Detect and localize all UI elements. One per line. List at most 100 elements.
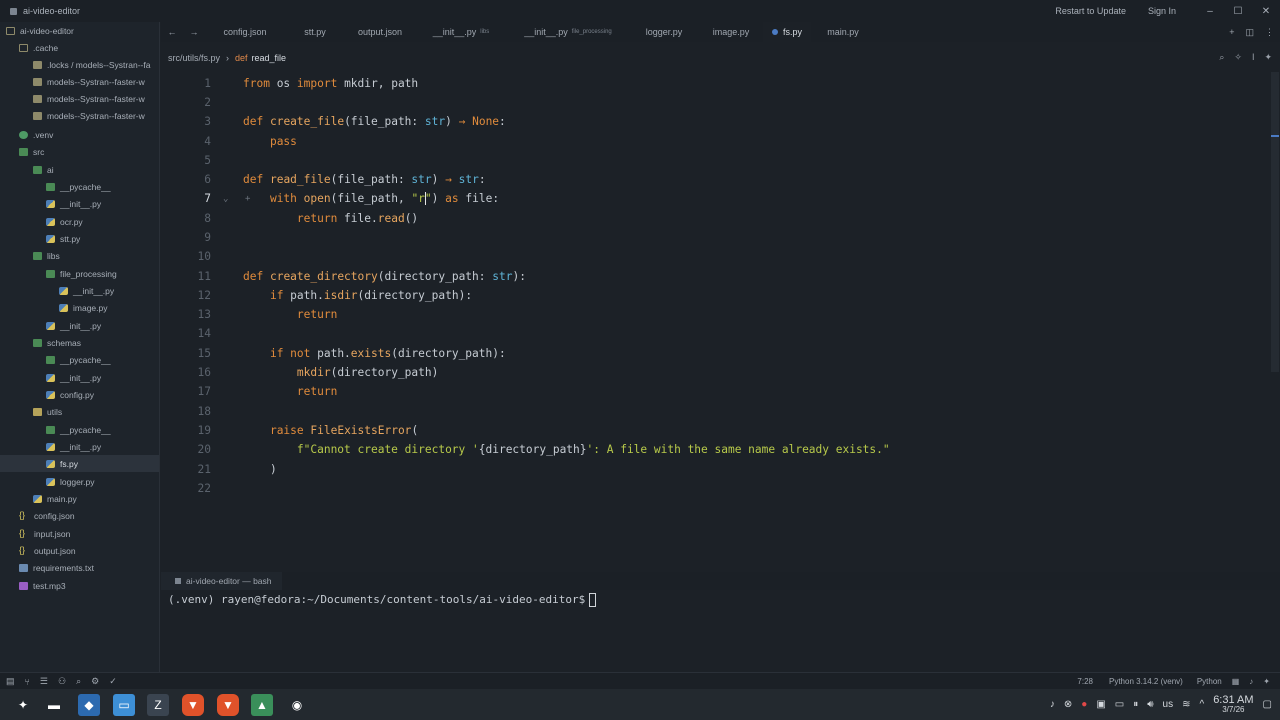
tree-item[interactable]: config.py (0, 386, 159, 403)
tree-item[interactable]: models--Systran--faster-w (0, 90, 159, 107)
brave-browser-icon[interactable]: ▼ (217, 694, 239, 716)
tree-item[interactable]: __pycache__ (0, 421, 159, 438)
record-icon[interactable]: ● (1081, 699, 1087, 710)
tree-item[interactable]: __pycache__ (0, 351, 159, 368)
tree-item[interactable]: test.mp3 (0, 577, 159, 594)
tree-item[interactable]: requirements.txt (0, 559, 159, 576)
language-selector[interactable]: Python (1197, 677, 1222, 686)
tree-item[interactable]: {} input.json (0, 525, 159, 542)
tree-root[interactable]: ai-video-editor (0, 22, 159, 39)
volume-icon[interactable]: 🔊︎ (1147, 699, 1153, 710)
tray-expand-icon[interactable]: ^ (1199, 699, 1204, 710)
python-interpreter[interactable]: Python 3.14.2 (venv) (1109, 677, 1183, 686)
tree-item[interactable]: __init__.py (0, 438, 159, 455)
wifi-icon[interactable]: ≋ (1182, 699, 1190, 710)
zed-icon[interactable]: Z (147, 694, 169, 716)
cursor-position[interactable]: 7:28 (1077, 677, 1093, 686)
text-cursor-icon[interactable]: I (1252, 52, 1255, 63)
tab-config-json[interactable]: config.json (205, 22, 285, 42)
show-desktop-icon[interactable]: ▢ (1263, 699, 1272, 710)
search-icon[interactable]: ⌕ (76, 676, 81, 687)
tab-fs-py[interactable]: fs.py (763, 22, 811, 42)
notifications-icon[interactable]: ♪ (1050, 699, 1055, 710)
tree-item[interactable]: main.py (0, 490, 159, 507)
tree-item[interactable]: .cache (0, 39, 159, 56)
tree-item[interactable]: {} config.json (0, 507, 159, 524)
file-manager-icon[interactable]: ▭ (113, 694, 135, 716)
tab-logger-py[interactable]: logger.py (629, 22, 699, 42)
minimize-button[interactable]: – (1196, 6, 1224, 17)
tab-init-file-processing[interactable]: __init__.py file_processing (507, 22, 629, 42)
tab-init-libs[interactable]: __init__.py libs (415, 22, 507, 42)
git-icon[interactable]: ⑂ (25, 677, 30, 687)
new-tab-icon[interactable]: + (1229, 27, 1234, 37)
breadcrumb[interactable]: src/utils/fs.py › def read_file (168, 50, 286, 66)
nav-forward-button[interactable]: → (183, 22, 205, 42)
maximize-button[interactable]: ☐ (1224, 6, 1252, 17)
outline-icon[interactable]: ☰ (40, 676, 48, 687)
clipboard-icon[interactable]: ▣ (1096, 699, 1105, 710)
clock-date: 3/7/26 (1222, 705, 1245, 715)
tab-output-json[interactable]: output.json (345, 22, 415, 42)
project-switcher[interactable]: ai-video-editor (10, 0, 80, 22)
editor-scrollbar[interactable] (1271, 72, 1279, 372)
tree-item[interactable]: utils (0, 403, 159, 420)
obs-icon[interactable]: ◉ (286, 694, 308, 716)
pause-icon[interactable]: ⏸ (1133, 699, 1138, 710)
nav-back-button[interactable]: ← (161, 22, 183, 42)
tab-stt-py[interactable]: stt.py (285, 22, 345, 42)
search-icon[interactable]: ⌕ (1219, 52, 1224, 63)
tree-item[interactable]: __pycache__ (0, 178, 159, 195)
bell-icon[interactable]: ♪ (1249, 677, 1253, 686)
tree-item[interactable]: file_processing (0, 265, 159, 282)
tree-item[interactable]: __init__.py (0, 369, 159, 386)
assistant-icon[interactable]: ✦ (1263, 677, 1270, 686)
clock[interactable]: 6:31 AM 3/7/26 (1213, 694, 1253, 715)
terminal-toggle-icon[interactable]: ▦ (1232, 677, 1240, 686)
tree-item[interactable]: models--Systran--faster-w (0, 107, 159, 124)
image-viewer-icon[interactable]: ▲ (251, 694, 273, 716)
diagnostics-icon[interactable]: ✓ (109, 676, 117, 687)
fold-chevron-icon[interactable]: ⌄ (223, 194, 228, 204)
tree-item[interactable]: {} output.json (0, 542, 159, 559)
tab-image-py[interactable]: image.py (699, 22, 763, 42)
discover-icon[interactable]: ◆ (78, 694, 100, 716)
keyboard-layout[interactable]: us (1163, 699, 1174, 710)
vpn-icon[interactable]: ⊗ (1064, 699, 1072, 710)
terminal-tab[interactable]: ai-video-editor — bash (161, 572, 282, 590)
task-switcher-icon[interactable]: ▬ (43, 694, 65, 716)
debug-icon[interactable]: ⚙ (91, 676, 99, 687)
tree-item[interactable]: .venv (0, 126, 159, 143)
split-pane-icon[interactable]: ◫ (1245, 27, 1254, 38)
tree-item[interactable]: stt.py (0, 230, 159, 247)
tab-main-py[interactable]: main.py (811, 22, 875, 42)
code-editor[interactable]: 1 from os import mkdir, path 2 3 def creat… (161, 72, 1271, 567)
assistant-icon[interactable]: ✦ (1264, 52, 1272, 63)
tree-item[interactable]: __init__.py (0, 317, 159, 334)
brave-browser-icon[interactable]: ▼ (182, 694, 204, 716)
tree-item[interactable]: .locks / models--Systran--fa (0, 56, 159, 73)
tree-item[interactable]: ocr.py (0, 213, 159, 230)
tree-item[interactable]: logger.py (0, 473, 159, 490)
tree-item[interactable]: __init__.py (0, 195, 159, 212)
tree-item[interactable]: ai (0, 161, 159, 178)
tree-item[interactable]: src (0, 143, 159, 160)
magic-icon[interactable]: ✧ (1234, 52, 1242, 63)
tree-item[interactable]: __init__.py (0, 282, 159, 299)
tree-item[interactable]: schemas (0, 334, 159, 351)
battery-icon[interactable]: ▭ (1115, 699, 1124, 710)
tree-item[interactable]: libs (0, 247, 159, 264)
project-panel-icon[interactable]: ▤ (6, 676, 15, 687)
restart-to-update-button[interactable]: Restart to Update (1055, 6, 1126, 16)
terminal[interactable]: (.venv) rayen@fedora:~/Documents/content… (161, 590, 1280, 672)
app-launcher-icon[interactable]: ✦ (12, 694, 34, 716)
tree-item-selected[interactable]: fs.py (0, 455, 159, 472)
tree-item[interactable]: image.py (0, 299, 159, 316)
collab-icon[interactable]: ⚇ (58, 676, 66, 687)
more-icon[interactable]: ⋮ (1265, 27, 1274, 38)
sign-in-button[interactable]: Sign In (1148, 6, 1176, 16)
line-number: 1 (204, 77, 211, 90)
line-number: 21 (197, 463, 211, 476)
tree-item[interactable]: models--Systran--faster-w (0, 73, 159, 90)
close-button[interactable]: ✕ (1252, 6, 1280, 17)
